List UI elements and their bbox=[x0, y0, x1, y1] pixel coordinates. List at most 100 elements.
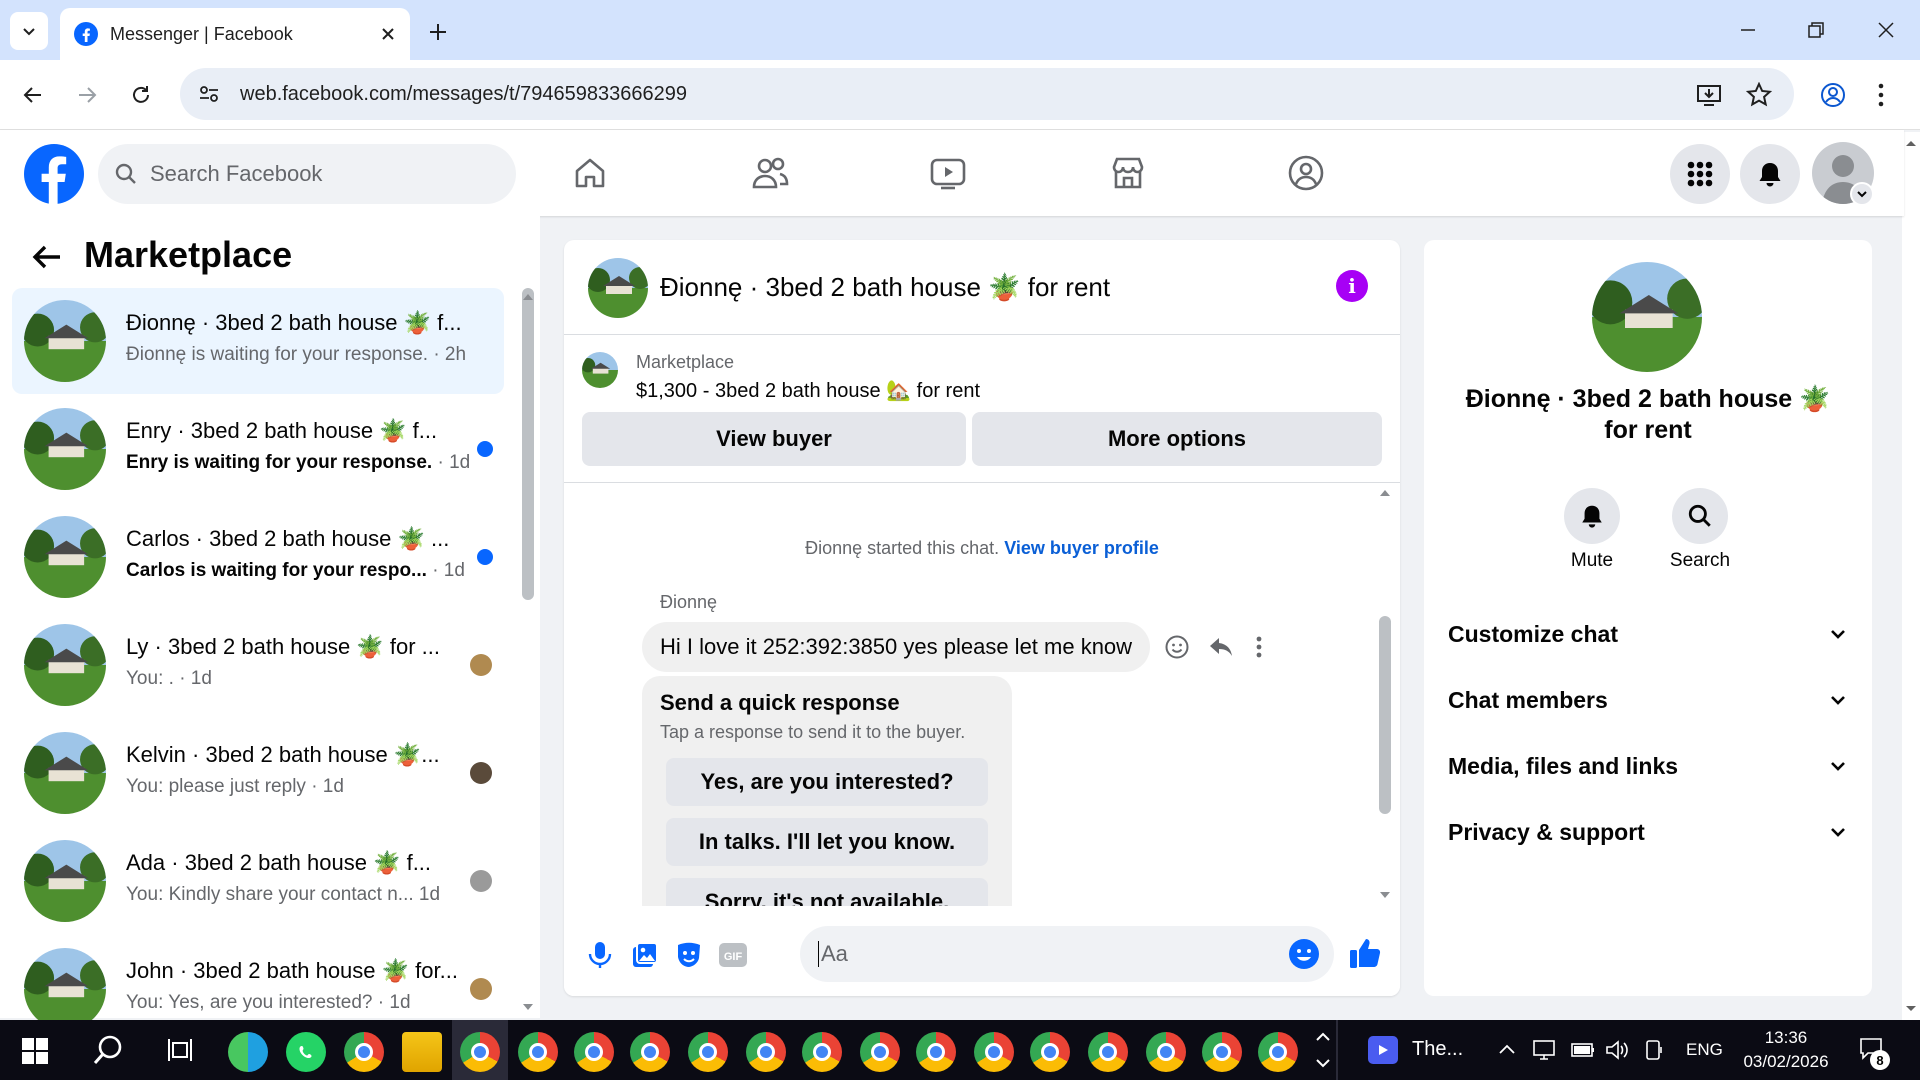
file-explorer-app[interactable] bbox=[402, 1032, 442, 1072]
react-button[interactable] bbox=[1164, 634, 1190, 660]
restore-button[interactable] bbox=[1782, 0, 1850, 60]
edge-app[interactable] bbox=[228, 1032, 268, 1072]
conversation-item[interactable]: Kelvin · 3bed 2 bath house 🪴... You: plea… bbox=[12, 720, 504, 826]
message-bubble[interactable]: Hi I love it 252:392:3850 yes please let… bbox=[642, 622, 1151, 672]
site-settings-icon[interactable] bbox=[198, 83, 220, 105]
gif-button[interactable]: GIF bbox=[718, 941, 748, 969]
chrome-app[interactable] bbox=[574, 1032, 614, 1072]
scroll-down-icon[interactable] bbox=[1378, 890, 1392, 900]
close-window-button[interactable] bbox=[1852, 0, 1920, 60]
conversation-item[interactable]: Đionnę · 3bed 2 bath house 🪴 f... Đionnę … bbox=[12, 288, 504, 394]
taskbar-search-button[interactable] bbox=[92, 1034, 124, 1066]
page-scrollbar[interactable] bbox=[1902, 132, 1920, 1020]
search-in-chat-button[interactable] bbox=[1672, 488, 1728, 544]
nav-home[interactable] bbox=[562, 148, 618, 198]
media-app-label[interactable]: The... bbox=[1412, 1038, 1463, 1061]
section-media-files-links[interactable]: Media, files and links bbox=[1448, 746, 1848, 786]
profile-button[interactable] bbox=[1820, 82, 1846, 108]
scroll-up-icon[interactable] bbox=[1902, 136, 1920, 150]
conversation-item[interactable]: Enry · 3bed 2 bath house 🪴 f... Enry is w… bbox=[12, 396, 504, 502]
forward-button[interactable] bbox=[66, 74, 108, 116]
quick-response-button[interactable]: Yes, are you interested? bbox=[666, 758, 988, 806]
start-button[interactable] bbox=[22, 1038, 48, 1064]
chrome-app[interactable] bbox=[688, 1032, 728, 1072]
chrome-app[interactable] bbox=[860, 1032, 900, 1072]
section-chat-members[interactable]: Chat members bbox=[1448, 680, 1848, 720]
new-tab-button[interactable] bbox=[420, 14, 456, 50]
back-arrow-button[interactable] bbox=[30, 240, 64, 274]
voice-clip-button[interactable] bbox=[586, 940, 614, 970]
nav-marketplace[interactable] bbox=[1100, 148, 1156, 198]
install-app-button[interactable] bbox=[1696, 82, 1722, 108]
url-bar[interactable]: web.facebook.com/messages/t/794659833666… bbox=[180, 68, 1794, 120]
chat-scrollbar[interactable] bbox=[1379, 616, 1391, 814]
chrome-app[interactable] bbox=[746, 1032, 786, 1072]
conversation-item[interactable]: Ada · 3bed 2 bath house 🪴 f... You: Kindl… bbox=[12, 828, 504, 934]
chrome-app[interactable] bbox=[630, 1032, 670, 1072]
nav-gaming[interactable] bbox=[1278, 148, 1334, 198]
quick-response-button[interactable]: In talks. I'll let you know. bbox=[666, 818, 988, 866]
chrome-app[interactable] bbox=[460, 1032, 500, 1072]
clock[interactable]: 13:36 03/02/2026 bbox=[1734, 1026, 1838, 1074]
browser-tab[interactable]: Messenger | Facebook bbox=[60, 8, 410, 60]
message-input[interactable]: Aa bbox=[800, 926, 1334, 982]
details-avatar[interactable] bbox=[1592, 262, 1702, 372]
listing-thumbnail[interactable] bbox=[582, 352, 618, 388]
listing-title[interactable]: $1,300 - 3bed 2 bath house 🏡 for rent bbox=[636, 378, 980, 403]
notifications-button[interactable] bbox=[1740, 144, 1800, 204]
media-app[interactable] bbox=[1368, 1036, 1398, 1064]
task-view-button[interactable] bbox=[166, 1036, 194, 1064]
minimize-button[interactable] bbox=[1714, 0, 1782, 60]
taskbar-overflow[interactable] bbox=[1312, 1024, 1334, 1076]
message-more-button[interactable] bbox=[1254, 634, 1264, 660]
chrome-app[interactable] bbox=[1088, 1032, 1128, 1072]
like-send-button[interactable] bbox=[1348, 936, 1382, 970]
section-privacy-support[interactable]: Privacy & support bbox=[1448, 812, 1848, 852]
chrome-app[interactable] bbox=[344, 1032, 384, 1072]
view-buyer-button[interactable]: View buyer bbox=[582, 412, 966, 466]
attach-photo-button[interactable] bbox=[630, 940, 660, 970]
account-dropdown[interactable] bbox=[1850, 182, 1874, 206]
bookmark-button[interactable] bbox=[1746, 82, 1772, 108]
emoji-button[interactable] bbox=[1288, 938, 1320, 970]
network-icon[interactable] bbox=[1532, 1038, 1558, 1062]
view-buyer-profile-link[interactable]: View buyer profile bbox=[1004, 538, 1159, 558]
chat-avatar[interactable] bbox=[588, 258, 648, 318]
scroll-down-icon[interactable] bbox=[521, 1002, 535, 1012]
section-customize-chat[interactable]: Customize chat bbox=[1448, 614, 1848, 654]
chrome-app[interactable] bbox=[974, 1032, 1014, 1072]
sticker-button[interactable] bbox=[674, 940, 704, 970]
facebook-search[interactable]: Search Facebook bbox=[98, 144, 516, 204]
more-options-button[interactable]: More options bbox=[972, 412, 1382, 466]
chrome-app[interactable] bbox=[1202, 1032, 1242, 1072]
close-icon[interactable] bbox=[380, 26, 396, 42]
reply-button[interactable] bbox=[1208, 634, 1234, 660]
facebook-logo[interactable] bbox=[24, 144, 84, 204]
chrome-app[interactable] bbox=[518, 1032, 558, 1072]
chrome-app[interactable] bbox=[1146, 1032, 1186, 1072]
scroll-up-icon[interactable] bbox=[1378, 488, 1392, 498]
nav-video[interactable] bbox=[920, 148, 976, 198]
browser-menu-button[interactable] bbox=[1876, 82, 1886, 108]
info-button[interactable]: i bbox=[1336, 270, 1368, 302]
sidebar-scrollbar[interactable] bbox=[522, 288, 534, 600]
whatsapp-app[interactable] bbox=[286, 1032, 326, 1072]
back-button[interactable] bbox=[12, 74, 54, 116]
scroll-down-icon[interactable] bbox=[1902, 1002, 1920, 1016]
chrome-app[interactable] bbox=[916, 1032, 956, 1072]
scroll-up-icon[interactable] bbox=[521, 292, 535, 302]
mute-button[interactable] bbox=[1564, 488, 1620, 544]
language-indicator[interactable]: ENG bbox=[1686, 1040, 1723, 1060]
nav-friends[interactable] bbox=[742, 148, 798, 198]
battery-icon[interactable] bbox=[1570, 1040, 1596, 1060]
menu-button[interactable] bbox=[1670, 144, 1730, 204]
conversation-item[interactable]: Ly · 3bed 2 bath house 🪴 for ... You: . ·… bbox=[12, 612, 504, 718]
reload-button[interactable] bbox=[120, 74, 162, 116]
chrome-app[interactable] bbox=[1258, 1032, 1298, 1072]
tab-search-button[interactable] bbox=[10, 12, 48, 50]
chrome-app[interactable] bbox=[802, 1032, 842, 1072]
volume-icon[interactable] bbox=[1604, 1038, 1630, 1062]
conversation-item[interactable]: Carlos · 3bed 2 bath house 🪴 ... Carlos i… bbox=[12, 504, 504, 610]
chevron-up-icon[interactable] bbox=[1498, 1042, 1516, 1056]
chrome-app[interactable] bbox=[1030, 1032, 1070, 1072]
